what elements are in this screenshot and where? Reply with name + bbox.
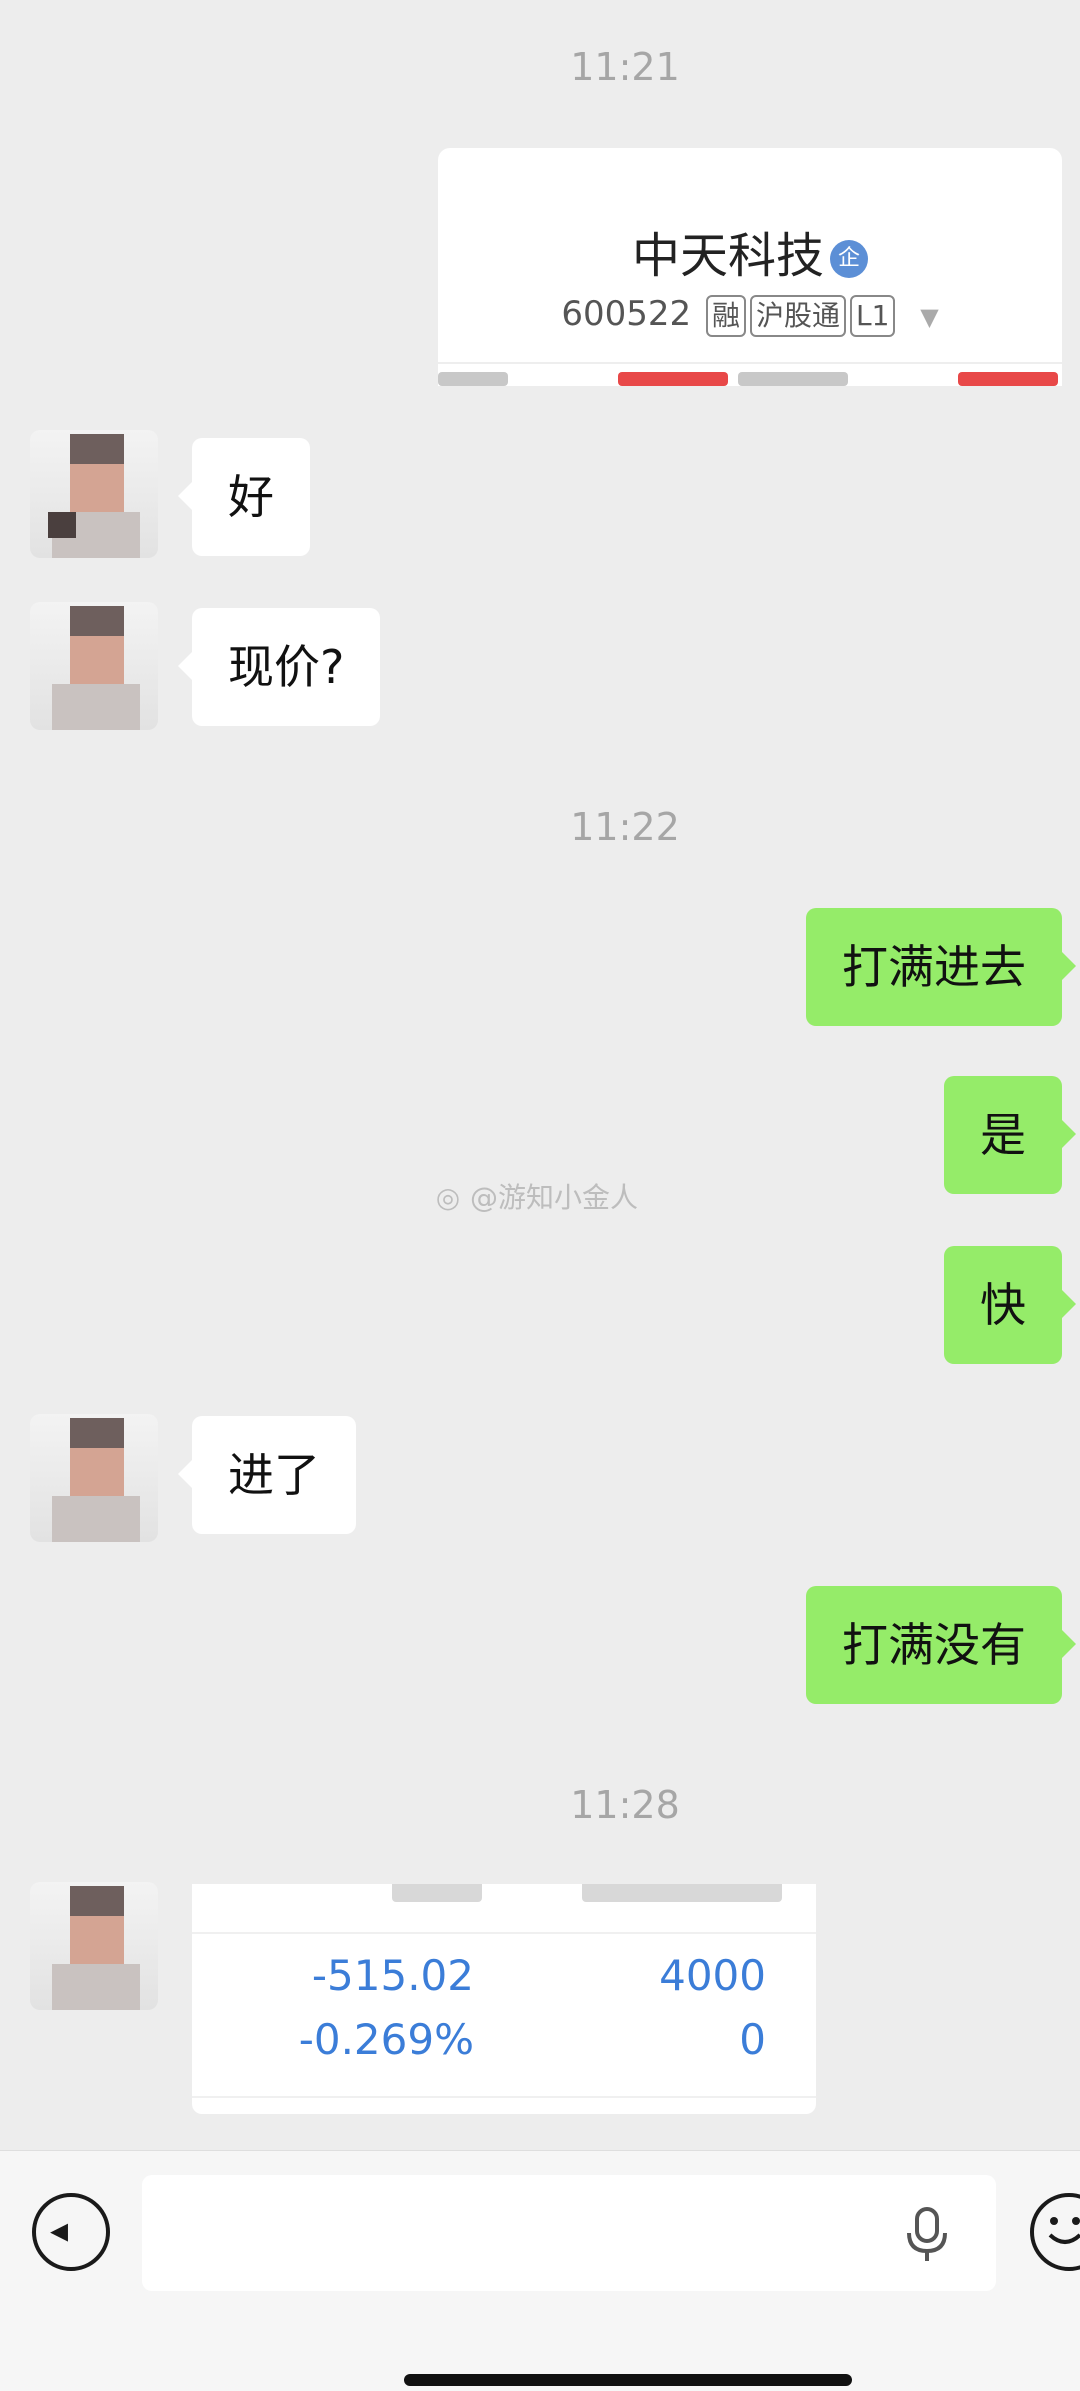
voice-toggle-icon[interactable]: ◂ <box>32 2193 110 2271</box>
avatar[interactable] <box>30 1414 158 1542</box>
watermark: ◎ @游知小金人 <box>430 1178 638 1218</box>
stock-code: 600522 <box>561 294 692 334</box>
stock-code-row: 600522 融沪股通 L1 ▼ <box>438 294 1062 337</box>
timestamp: 11:22 <box>570 805 680 849</box>
message-bubble-received[interactable]: 现价? <box>177 608 381 726</box>
card-cropped-row <box>438 362 1062 386</box>
avatar[interactable] <box>30 602 158 730</box>
watermark-text: @游知小金人 <box>470 1181 639 1214</box>
position-header-cropped <box>192 1884 816 1934</box>
stock-name-row: 中天科技企 <box>438 216 1062 286</box>
profit-percent: -0.269% <box>298 2015 474 2064</box>
timestamp: 11:21 <box>570 45 680 89</box>
available-quantity: 0 <box>739 2015 766 2064</box>
home-indicator <box>404 2374 852 2386</box>
message-bubble-sent[interactable]: 是 <box>944 1076 1076 1194</box>
chat-input-bar: ◂ <box>0 2150 1080 2391</box>
holding-quantity: 4000 <box>659 1951 766 2000</box>
timestamp: 11:28 <box>570 1783 680 1827</box>
message-bubble-sent[interactable]: 快 <box>944 1246 1076 1364</box>
verified-badge-icon: 企 <box>830 240 868 278</box>
profit-value: -515.02 <box>311 1951 474 2000</box>
message-input[interactable] <box>142 2175 996 2291</box>
message-bubble-received[interactable]: 好 <box>178 438 310 556</box>
stock-name: 中天科技 <box>631 228 824 284</box>
emoji-icon[interactable] <box>1030 2193 1080 2271</box>
stock-tag: 沪股通 <box>749 295 846 337</box>
weibo-icon: ◎ <box>435 1181 461 1214</box>
stock-tag: 融 <box>705 295 746 337</box>
message-bubble-sent[interactable]: 打满进去 <box>806 908 1076 1026</box>
position-screenshot-image[interactable]: -515.02 -0.269% 4000 0 <box>192 1884 816 2114</box>
chevron-down-icon: ▼ <box>920 303 939 331</box>
avatar[interactable] <box>30 430 158 558</box>
stock-tag: L1 <box>849 295 896 337</box>
microphone-icon[interactable] <box>904 2207 950 2263</box>
message-bubble-sent[interactable]: 打满没有 <box>806 1586 1076 1704</box>
avatar[interactable] <box>30 1882 158 2010</box>
message-bubble-received[interactable]: 进了 <box>178 1416 356 1534</box>
shared-stock-card[interactable]: 中天科技企 600522 融沪股通 L1 ▼ <box>438 148 1062 386</box>
